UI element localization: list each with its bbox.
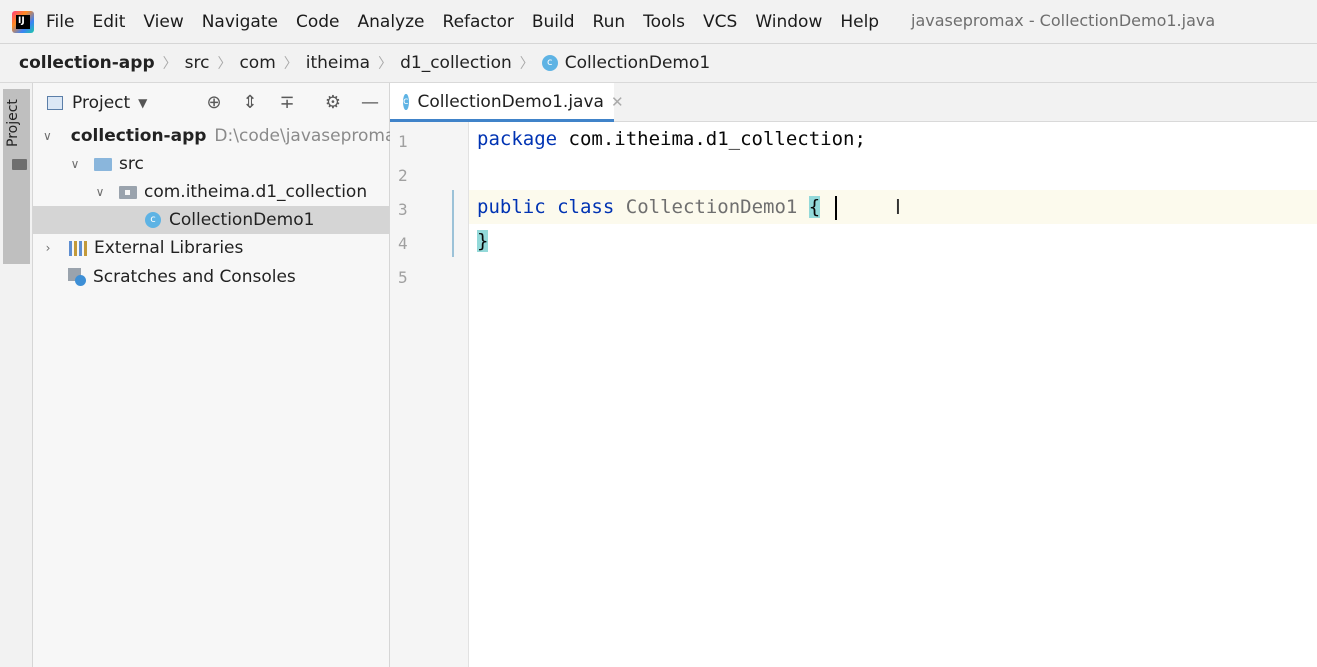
close-icon[interactable]: ✕ — [611, 93, 624, 111]
java-class-icon: c — [541, 55, 558, 71]
menu-code[interactable]: Code — [296, 12, 340, 32]
chevron-down-icon[interactable]: ∨ — [43, 129, 52, 143]
project-path: D:\code\javasepromax — [214, 126, 406, 146]
keyword-token: package — [477, 128, 558, 150]
chevron-right-icon[interactable]: › — [41, 241, 55, 255]
menu-build[interactable]: Build — [532, 12, 575, 32]
tree-item-scratches[interactable]: Scratches and Consoles — [33, 263, 389, 291]
tree-item-external-libraries[interactable]: › External Libraries — [33, 234, 389, 262]
folder-icon — [12, 159, 27, 170]
menu-vcs[interactable]: VCS — [703, 12, 737, 32]
project-panel-header: Project ▼ ⊕ ⇕ ∓ ⚙ — — [33, 83, 389, 123]
tree-item-label: com.itheima.d1_collection — [144, 182, 368, 202]
project-view-selector[interactable]: Project — [72, 93, 130, 113]
project-view-icon — [47, 96, 63, 110]
breadcrumb-com[interactable]: com — [239, 53, 275, 73]
chevron-right-icon: 〉 — [378, 56, 393, 72]
chevron-right-icon: 〉 — [283, 56, 298, 72]
tree-item-label: src — [119, 154, 144, 174]
menu-view[interactable]: View — [143, 12, 183, 32]
code-line-1[interactable]: package com.itheima.d1_collection; — [477, 128, 866, 150]
close-brace-token: } — [477, 230, 489, 252]
menu-navigate[interactable]: Navigate — [202, 12, 278, 32]
line-number: 3 — [398, 200, 408, 219]
package-name-token: com.itheima.d1_collection; — [557, 128, 866, 150]
line-number: 1 — [398, 132, 408, 151]
breadcrumb-itheima[interactable]: itheima — [306, 53, 370, 73]
tree-item-label: CollectionDemo1 — [169, 210, 315, 230]
breadcrumb-project[interactable]: collection-app — [19, 53, 155, 73]
source-folder-icon — [94, 157, 112, 171]
project-tool-tab[interactable]: Project — [3, 89, 30, 264]
keyword-token: class — [557, 196, 615, 218]
tree-item-label: collection-app — [70, 126, 207, 146]
menu-analyze[interactable]: Analyze — [358, 12, 425, 32]
java-class-icon: c — [403, 94, 409, 110]
menu-refactor[interactable]: Refactor — [443, 12, 514, 32]
fold-guide — [452, 190, 454, 257]
breadcrumb-class[interactable]: CollectionDemo1 — [565, 53, 710, 73]
code-line-4[interactable]: } — [477, 230, 489, 252]
menu-edit[interactable]: Edit — [92, 12, 125, 32]
tool-window-strip: Project — [0, 83, 33, 667]
tree-item-label: Scratches and Consoles — [93, 267, 296, 287]
chevron-down-icon[interactable]: ∨ — [68, 157, 82, 171]
window-title: javasepromax - CollectionDemo1.java — [911, 11, 1216, 30]
tree-item-src[interactable]: ∨ src — [33, 150, 389, 178]
tree-item-project-root[interactable]: ∨ collection-app D:\code\javasepromax — [33, 122, 405, 150]
menu-run[interactable]: Run — [593, 12, 626, 32]
tree-item-label: External Libraries — [94, 238, 244, 258]
breadcrumb-d1-collection[interactable]: d1_collection — [400, 53, 512, 73]
collapse-all-icon[interactable]: ∓ — [276, 92, 298, 113]
tree-item-package[interactable]: ∨ com.itheima.d1_collection — [33, 178, 389, 206]
project-panel: Project ▼ ⊕ ⇕ ∓ ⚙ — ∨ collection-app D:\… — [33, 83, 405, 667]
chevron-right-icon: 〉 — [217, 56, 232, 72]
scratches-icon — [68, 268, 86, 286]
menu-help[interactable]: Help — [840, 12, 879, 32]
line-number: 4 — [398, 234, 408, 253]
tab-collectiondemo1[interactable]: c CollectionDemo1.java ✕ — [390, 83, 624, 122]
breadcrumb-src[interactable]: src — [185, 53, 210, 73]
line-number: 2 — [398, 166, 408, 185]
java-class-icon: c — [145, 212, 161, 228]
project-tool-tab-label: Project — [5, 99, 21, 147]
intellij-logo-icon: IJ — [12, 10, 34, 33]
minimize-icon[interactable]: — — [359, 92, 381, 113]
package-icon — [119, 185, 137, 199]
chevron-right-icon: 〉 — [162, 56, 177, 72]
gear-icon[interactable]: ⚙ — [322, 92, 344, 113]
editor-gutter: 1 2 3 4 5 — [390, 122, 469, 667]
locate-icon[interactable]: ⊕ — [203, 92, 225, 113]
editor-tab-bar: c CollectionDemo1.java ✕ — [390, 83, 1317, 122]
text-caret — [835, 196, 837, 220]
tree-item-class[interactable]: c CollectionDemo1 — [33, 206, 389, 234]
expand-all-icon[interactable]: ⇕ — [239, 92, 261, 113]
code-line-3[interactable]: public class CollectionDemo1 { — [477, 196, 821, 218]
chevron-right-icon: 〉 — [519, 56, 534, 72]
menu-window[interactable]: Window — [755, 12, 822, 32]
library-icon — [69, 240, 89, 256]
tab-label: CollectionDemo1.java — [417, 92, 604, 112]
open-brace-token: { — [808, 196, 821, 218]
line-number: 5 — [398, 268, 408, 287]
menu-file[interactable]: File — [46, 12, 74, 32]
menu-bar: IJ File Edit View Navigate Code Analyze … — [0, 0, 1317, 44]
code-editor: c CollectionDemo1.java ✕ 1 2 3 4 5 packa… — [390, 83, 1317, 667]
mouse-ibeam-cursor-icon: I — [895, 195, 901, 219]
breadcrumb: collection-app 〉 src 〉 com 〉 itheima 〉 d… — [0, 44, 1317, 83]
keyword-token: public — [477, 196, 546, 218]
chevron-down-icon[interactable]: ∨ — [93, 185, 107, 199]
menu-tools[interactable]: Tools — [643, 12, 685, 32]
class-name-token: CollectionDemo1 — [625, 196, 798, 218]
chevron-down-icon[interactable]: ▼ — [138, 96, 147, 110]
